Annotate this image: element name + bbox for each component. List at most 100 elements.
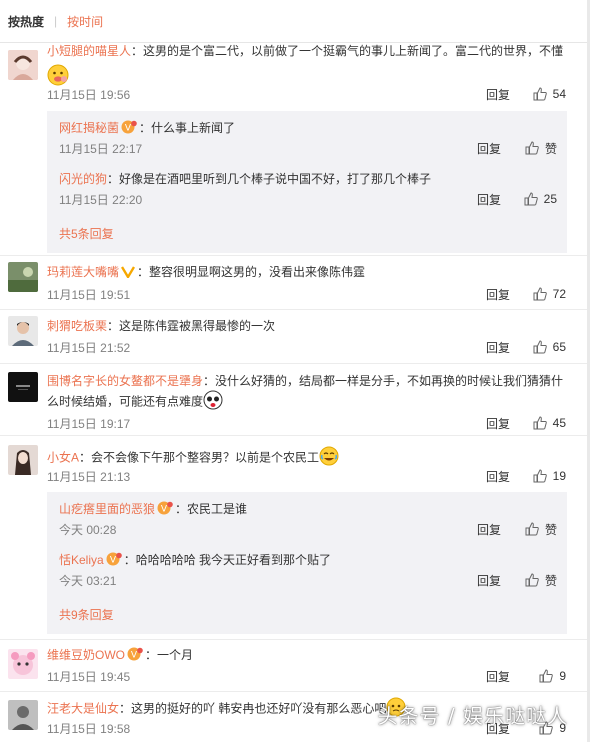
comment-username[interactable]: 小短腿的喵星人 [47, 44, 131, 58]
comment-meta: 11月15日 19:45 回复 9 [47, 667, 566, 685]
reply-button[interactable]: 回复 [477, 521, 501, 538]
like-button[interactable]: 赞 [523, 572, 557, 589]
comment-time: 11月15日 19:51 [47, 287, 131, 302]
comment-time: 11月15日 19:45 [47, 669, 131, 684]
reply-button[interactable]: 回复 [477, 191, 501, 208]
verified-badge-icon: V [106, 552, 122, 571]
avatar[interactable] [8, 649, 38, 679]
comment-text: 玛莉莲大嘴嘴 ：整容很明显啊这男的，没看出来像陈伟霆 [47, 263, 572, 283]
thumbs-up-icon [533, 340, 547, 354]
thumbs-up-icon [533, 469, 547, 483]
sort-bar: 按热度 | 按时间 [0, 0, 590, 42]
sub-comment-text: 网红揭秘菌 V ：什么事上新闻了 [59, 119, 555, 139]
sub-comment-username[interactable]: 恬Keliya [59, 553, 104, 567]
verified-badge-icon: V [121, 120, 137, 139]
sub-comment-meta: 11月15日 22:17 回复 赞 [59, 139, 557, 157]
svg-text:V: V [110, 556, 117, 566]
like-button[interactable]: 54 [532, 87, 566, 101]
like-count: 25 [543, 192, 557, 206]
like-count: 54 [552, 87, 566, 101]
comment-username[interactable]: 汪老大是仙女 [47, 702, 119, 716]
avatar[interactable] [8, 262, 38, 292]
more-replies-link[interactable]: 共9条回复 [59, 606, 114, 623]
like-button[interactable]: 赞 [523, 521, 557, 538]
like-button[interactable]: 19 [532, 469, 566, 483]
thumbs-up-icon [539, 669, 554, 683]
comment-time: 11月15日 19:17 [47, 416, 131, 431]
like-count: 72 [552, 287, 566, 301]
comment-username[interactable]: 刺猬吃板栗 [47, 319, 107, 333]
comment-username[interactable]: 小女A [47, 451, 79, 465]
reply-button[interactable]: 回复 [486, 668, 510, 685]
comment-time: 11月15日 19:56 [47, 87, 131, 102]
sort-by-time[interactable]: 按时间 [67, 13, 103, 30]
comment-time: 今天 00:28 [59, 522, 117, 537]
like-count: 19 [552, 469, 566, 483]
sub-comment: 网红揭秘菌 V ：什么事上新闻了 11月15日 22:17 回复 赞 [47, 111, 567, 163]
comment-text: 围博名字长的女鳌都不是犟身：没什么好猜的，结局都一样是分手，不如再换的时候让我们… [47, 372, 572, 415]
reply-button[interactable]: 回复 [486, 339, 510, 356]
comment-username[interactable]: 围博名字长的女鳌都不是犟身 [47, 374, 203, 388]
avatar[interactable] [8, 50, 38, 80]
like-label: 赞 [544, 573, 557, 588]
comment-item: 刺猬吃板栗：这是陈伟霆被黑得最惨的一次 11月15日 21:52 回复 65 [0, 310, 590, 364]
comment-item: 玛莉莲大嘴嘴 ：整容很明显啊这男的，没看出来像陈伟霆 11月15日 19:51 回… [0, 256, 590, 310]
avatar[interactable] [8, 316, 38, 346]
comment-text: 维维豆奶OWO V ：一个月 [47, 646, 572, 666]
like-button[interactable]: 9 [532, 669, 566, 683]
comment-body: ：这男的挺好的吖 韩安冉也还好吖没有那么恶心吧 [119, 701, 387, 716]
thumbs-up-icon [525, 141, 539, 155]
svg-text:V: V [131, 651, 138, 661]
avatar[interactable] [8, 445, 38, 475]
watermark: 头条号 / 娱乐哒哒人 [377, 704, 568, 728]
like-button[interactable]: 72 [532, 287, 566, 301]
thumbs-up-icon [525, 522, 539, 536]
like-label: 赞 [544, 141, 557, 156]
avatar[interactable] [8, 700, 38, 730]
like-button[interactable]: 45 [532, 416, 566, 430]
verified-v-icon [120, 265, 136, 283]
sub-comment-body: ：农民工是谁 [175, 502, 248, 516]
thumbs-up-icon [524, 192, 538, 206]
comment-meta: 11月15日 19:17 回复 45 [47, 414, 566, 432]
reply-box: 山疙瘩里面的恶狼 V ：农民工是谁 今天 00:28 回复 赞 恬Keliya V ：哈… [47, 492, 567, 634]
svg-text:V: V [125, 124, 132, 134]
like-button[interactable]: 赞 [523, 140, 557, 157]
sub-comment-meta: 11月15日 22:20 回复 25 [59, 190, 557, 208]
comment-time: 11月15日 22:17 [59, 141, 143, 156]
reply-button[interactable]: 回复 [486, 468, 510, 485]
reply-button[interactable]: 回复 [486, 86, 510, 103]
comment-body: ：整容很明显啊这男的，没看出来像陈伟霆 [137, 265, 366, 279]
comment-time: 11月15日 21:52 [47, 340, 131, 355]
avatar[interactable] [8, 372, 38, 402]
comment-meta: 11月15日 19:51 回复 72 [47, 285, 566, 303]
like-button[interactable]: 65 [532, 340, 566, 354]
comment-text: 刺猬吃板栗：这是陈伟霆被黑得最惨的一次 [47, 317, 572, 335]
emoji-icon [203, 390, 223, 415]
like-count: 9 [559, 669, 566, 683]
comment-item: 围博名字长的女鳌都不是犟身：没什么好猜的，结局都一样是分手，不如再换的时候让我们… [0, 364, 590, 436]
comment-time: 11月15日 21:13 [47, 469, 131, 484]
reply-button[interactable]: 回复 [477, 140, 501, 157]
comment-item: 小女A：会不会像下午那个整容男？以前是个农民工 11月15日 21:13 回复 … [0, 436, 590, 644]
like-button[interactable]: 25 [523, 192, 557, 206]
sub-comment-username[interactable]: 闪光的狗 [59, 172, 107, 186]
like-count: 45 [552, 416, 566, 430]
comment-item: 小短腿的喵星人：这男的是个富二代，以前做了一个挺霸气的事儿上新闻了。富二代的世界… [0, 42, 590, 266]
comment-username[interactable]: 玛莉莲大嘴嘴 [47, 265, 119, 279]
reply-button[interactable]: 回复 [486, 286, 510, 303]
comment-time: 今天 03:21 [59, 573, 117, 588]
reply-button[interactable]: 回复 [486, 415, 510, 432]
sub-comment-text: 山疙瘩里面的恶狼 V ：农民工是谁 [59, 500, 555, 520]
comment-username[interactable]: 维维豆奶OWO [47, 648, 125, 662]
more-replies-link[interactable]: 共5条回复 [59, 225, 114, 242]
like-count: 65 [552, 340, 566, 354]
sub-comment-username[interactable]: 网红揭秘菌 [59, 121, 119, 135]
sub-comment-meta: 今天 00:28 回复 赞 [59, 520, 557, 538]
comment-body: ：这是陈伟霆被黑得最惨的一次 [107, 319, 276, 333]
sub-comment-username[interactable]: 山疙瘩里面的恶狼 [59, 502, 155, 516]
reply-button[interactable]: 回复 [477, 572, 501, 589]
sort-by-hot[interactable]: 按热度 [8, 13, 44, 30]
comment-meta: 11月15日 21:52 回复 65 [47, 338, 566, 356]
comment-time: 11月15日 22:20 [59, 192, 143, 207]
